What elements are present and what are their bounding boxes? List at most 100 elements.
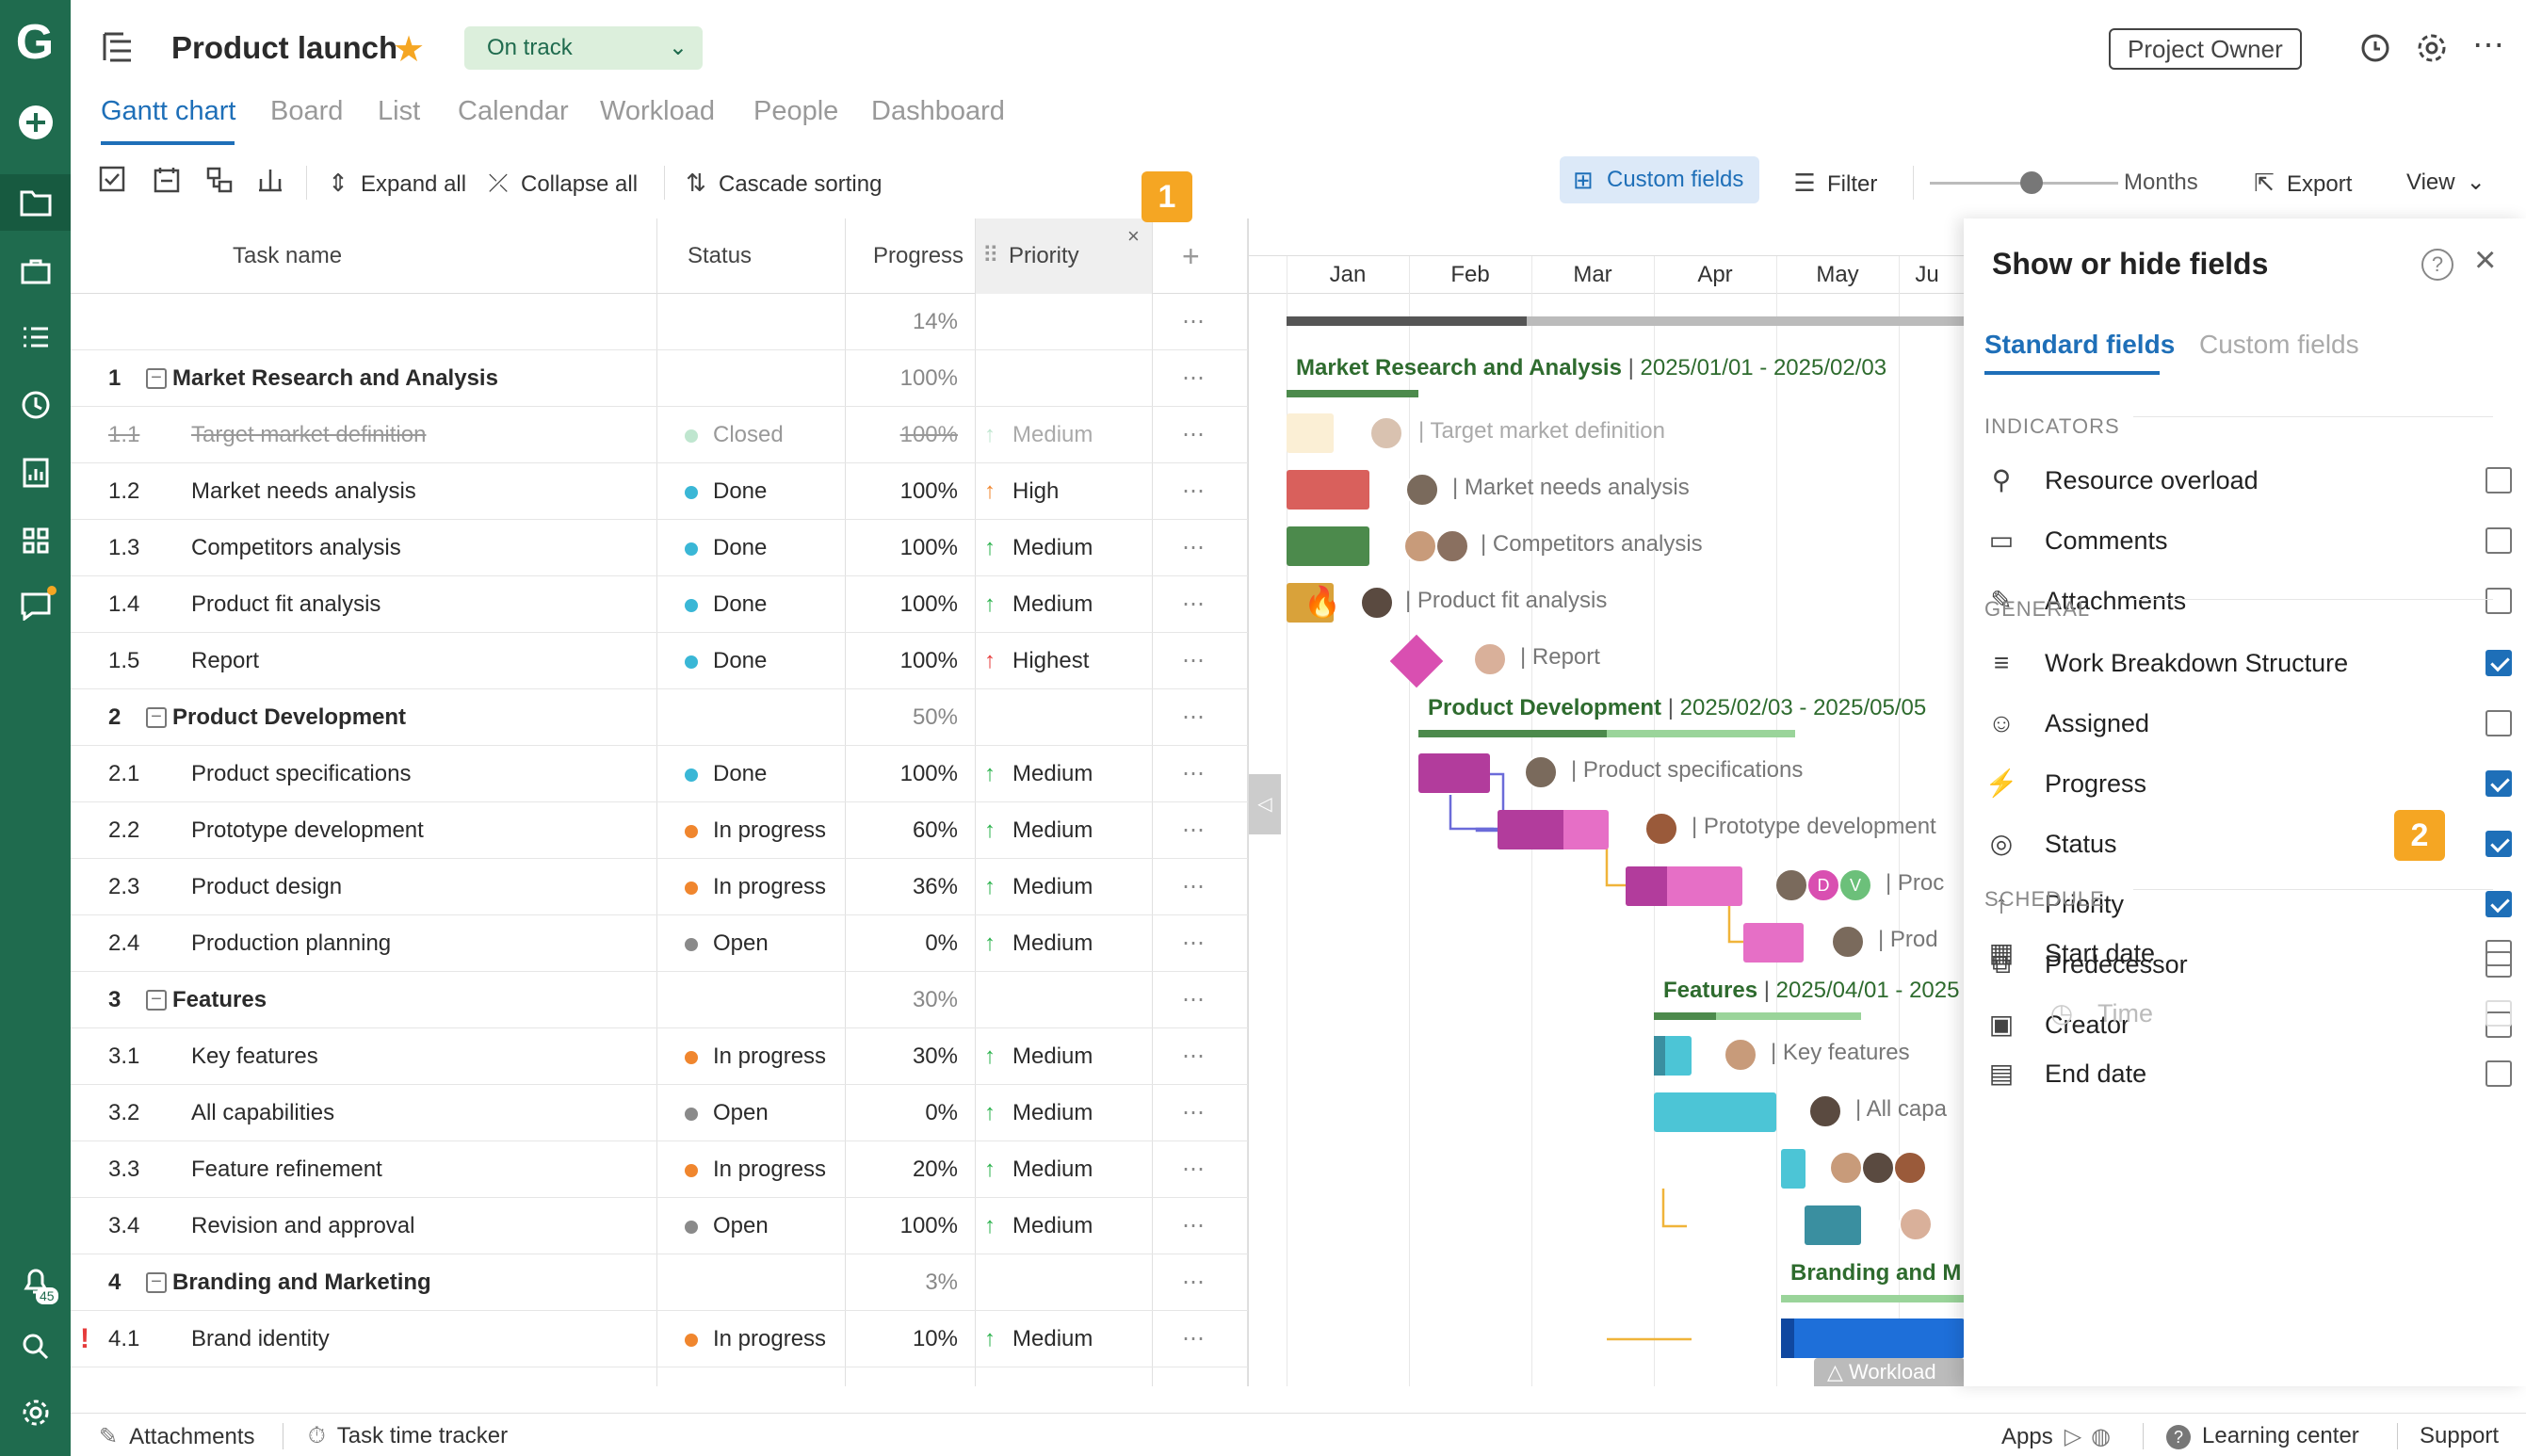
add-subtask-icon[interactable]	[205, 166, 234, 204]
task-status[interactable]: In progress	[685, 1141, 826, 1198]
column-header-task-name[interactable]: Task name	[233, 218, 342, 294]
field-checkbox[interactable]	[2486, 891, 2512, 917]
close-icon[interactable]: ×	[2474, 239, 2496, 282]
row-more-icon[interactable]: ⋯	[1182, 915, 1206, 972]
task-status[interactable]: Open	[685, 1085, 769, 1141]
help-icon[interactable]: ?	[2421, 249, 2453, 281]
task-row[interactable]: 1.4 Product fit analysis Done 100% ↑ Medium ⋯	[71, 576, 1248, 633]
collapse-group-icon[interactable]: −	[146, 368, 167, 389]
add-icon[interactable]	[0, 94, 71, 151]
task-row[interactable]: ! 4.1 Brand identity In progress 10% ↑ Medium ⋯	[71, 1311, 1248, 1367]
collapse-group-icon[interactable]: −	[146, 707, 167, 728]
task-status[interactable]: Closed	[685, 407, 784, 463]
collapse-all-button[interactable]: ⤫ Collapse all	[485, 166, 638, 202]
tab-workload[interactable]: Workload	[600, 96, 715, 127]
app-logo[interactable]: G	[11, 18, 58, 67]
export-button[interactable]: ⇱ Export	[2251, 166, 2352, 202]
field-checkbox[interactable]	[2486, 710, 2512, 736]
project-menu-icon[interactable]	[101, 30, 138, 69]
project-owner-button[interactable]: Project Owner	[2109, 28, 2302, 70]
task-priority[interactable]: ↑ Medium	[984, 1141, 1093, 1198]
gantt-bar-3-4[interactable]	[1805, 1205, 1861, 1245]
column-header-progress[interactable]: Progress	[873, 218, 963, 294]
notifications-bell-icon[interactable]	[0, 1253, 71, 1309]
row-more-icon[interactable]: ⋯	[1182, 746, 1206, 802]
collapse-group-icon[interactable]: −	[146, 990, 167, 1011]
field-toggle-start-date[interactable]: ▦ Start date	[1984, 925, 2512, 981]
time-clock-icon[interactable]	[0, 377, 71, 433]
gantt-summary-4[interactable]: Branding and M	[1790, 1260, 1961, 1286]
filter-button[interactable]: ☰ Filter	[1791, 166, 1877, 202]
field-checkbox[interactable]	[2486, 1000, 2512, 1027]
task-priority[interactable]: ↑ Medium	[984, 1311, 1093, 1367]
gantt-bar-4-1[interactable]	[1781, 1318, 1964, 1358]
task-priority[interactable]: ↑ Highest	[984, 633, 1089, 689]
more-options-icon[interactable]: ⋯	[2472, 26, 2504, 64]
row-more-icon[interactable]: ⋯	[1182, 1311, 1206, 1367]
task-group-row[interactable]: 3 − Features 30% ⋯	[71, 972, 1248, 1028]
task-name[interactable]: Market needs analysis	[191, 463, 416, 520]
view-dropdown[interactable]: View ⌄	[2406, 166, 2486, 200]
row-more-icon[interactable]: ⋯	[1182, 1198, 1206, 1254]
task-priority[interactable]: ↑ Medium	[984, 802, 1093, 859]
task-group-row[interactable]: 4 − Branding and Marketing 3% ⋯	[71, 1254, 1248, 1311]
chat-icon[interactable]	[0, 578, 71, 635]
task-status[interactable]: In progress	[685, 802, 826, 859]
task-group-name[interactable]: Branding and Marketing	[172, 1254, 431, 1311]
footer-apps[interactable]: Apps ▷ ◍	[2001, 1423, 2111, 1450]
task-status[interactable]: Done	[685, 576, 767, 633]
column-header-priority[interactable]: Priority	[1009, 218, 1079, 294]
gantt-bar-2-4[interactable]	[1743, 923, 1804, 963]
task-status[interactable]: In progress	[685, 859, 826, 915]
row-more-icon[interactable]: ⋯	[1182, 972, 1206, 1028]
remove-column-close-icon[interactable]: ×	[1127, 224, 1140, 249]
gantt-bar-3-1[interactable]	[1654, 1036, 1692, 1076]
field-toggle-progress[interactable]: ⚡ Progress	[1984, 755, 2512, 812]
task-priority[interactable]: ↑ High	[984, 463, 1059, 520]
task-priority[interactable]: ↑ Medium	[984, 915, 1093, 972]
reports-icon[interactable]	[0, 445, 71, 501]
task-priority[interactable]: ↑ Medium	[984, 859, 1093, 915]
tab-custom-fields[interactable]: Custom fields	[2199, 330, 2359, 360]
task-name[interactable]: Competitors analysis	[191, 520, 401, 576]
task-name[interactable]: Production planning	[191, 915, 391, 972]
row-more-icon[interactable]: ⋯	[1182, 633, 1206, 689]
task-priority[interactable]: ↑ Medium	[984, 1085, 1093, 1141]
task-name[interactable]: Product design	[191, 859, 342, 915]
task-priority[interactable]: ↑ Medium	[984, 520, 1093, 576]
task-name[interactable]: Target market definition	[191, 407, 426, 463]
task-row[interactable]: 3.2 All capabilities Open 0% ↑ Medium ⋯	[71, 1085, 1248, 1141]
task-priority[interactable]: ↑ Medium	[984, 407, 1093, 463]
my-tasks-list-icon[interactable]	[0, 309, 71, 365]
task-name[interactable]: Key features	[191, 1028, 318, 1085]
footer-learning-center[interactable]: ? Learning center	[2166, 1423, 2359, 1449]
task-row[interactable]: 1.3 Competitors analysis Done 100% ↑ Medium ⋯	[71, 520, 1248, 576]
task-name[interactable]: Feature refinement	[191, 1141, 382, 1198]
field-toggle-assigned[interactable]: ☺ Assigned	[1984, 695, 2512, 752]
field-toggle-resource-overload[interactable]: ⚲ Resource overload	[1984, 452, 2512, 509]
project-settings-gear-icon[interactable]	[2416, 32, 2448, 69]
task-row[interactable]: 2.4 Production planning Open 0% ↑ Medium ⋯	[71, 915, 1248, 972]
task-priority[interactable]: ↑ Medium	[984, 1198, 1093, 1254]
task-status[interactable]: Done	[685, 746, 767, 802]
task-status[interactable]: Done	[685, 633, 767, 689]
gantt-bar-3-2[interactable]	[1654, 1092, 1776, 1132]
row-more-icon[interactable]: ⋯	[1182, 520, 1206, 576]
row-more-icon[interactable]: ⋯	[1182, 802, 1206, 859]
task-row[interactable]: 1.2 Market needs analysis Done 100% ↑ High ⋯	[71, 463, 1248, 520]
field-checkbox[interactable]	[2486, 467, 2512, 493]
field-checkbox[interactable]	[2486, 650, 2512, 676]
gantt-bar-3-3[interactable]	[1781, 1149, 1805, 1189]
field-toggle-end-date[interactable]: ▤ End date	[1984, 1045, 2512, 1102]
field-checkbox[interactable]	[2486, 1060, 2512, 1087]
task-priority[interactable]: ↑ Medium	[984, 746, 1093, 802]
field-toggle-work-breakdown-structure[interactable]: ≡ Work Breakdown Structure	[1984, 635, 2512, 691]
select-checkbox-icon[interactable]	[99, 166, 125, 202]
tab-gantt-chart[interactable]: Gantt chart	[101, 96, 235, 127]
footer-time-tracker-button[interactable]: ⏱ Task time tracker	[308, 1423, 508, 1449]
add-column-plus-icon[interactable]: +	[1182, 218, 1200, 294]
settings-gear-icon[interactable]	[0, 1384, 71, 1441]
tab-standard-fields[interactable]: Standard fields	[1984, 330, 2175, 360]
add-milestone-icon[interactable]	[255, 166, 285, 204]
tab-dashboard[interactable]: Dashboard	[871, 96, 1005, 127]
